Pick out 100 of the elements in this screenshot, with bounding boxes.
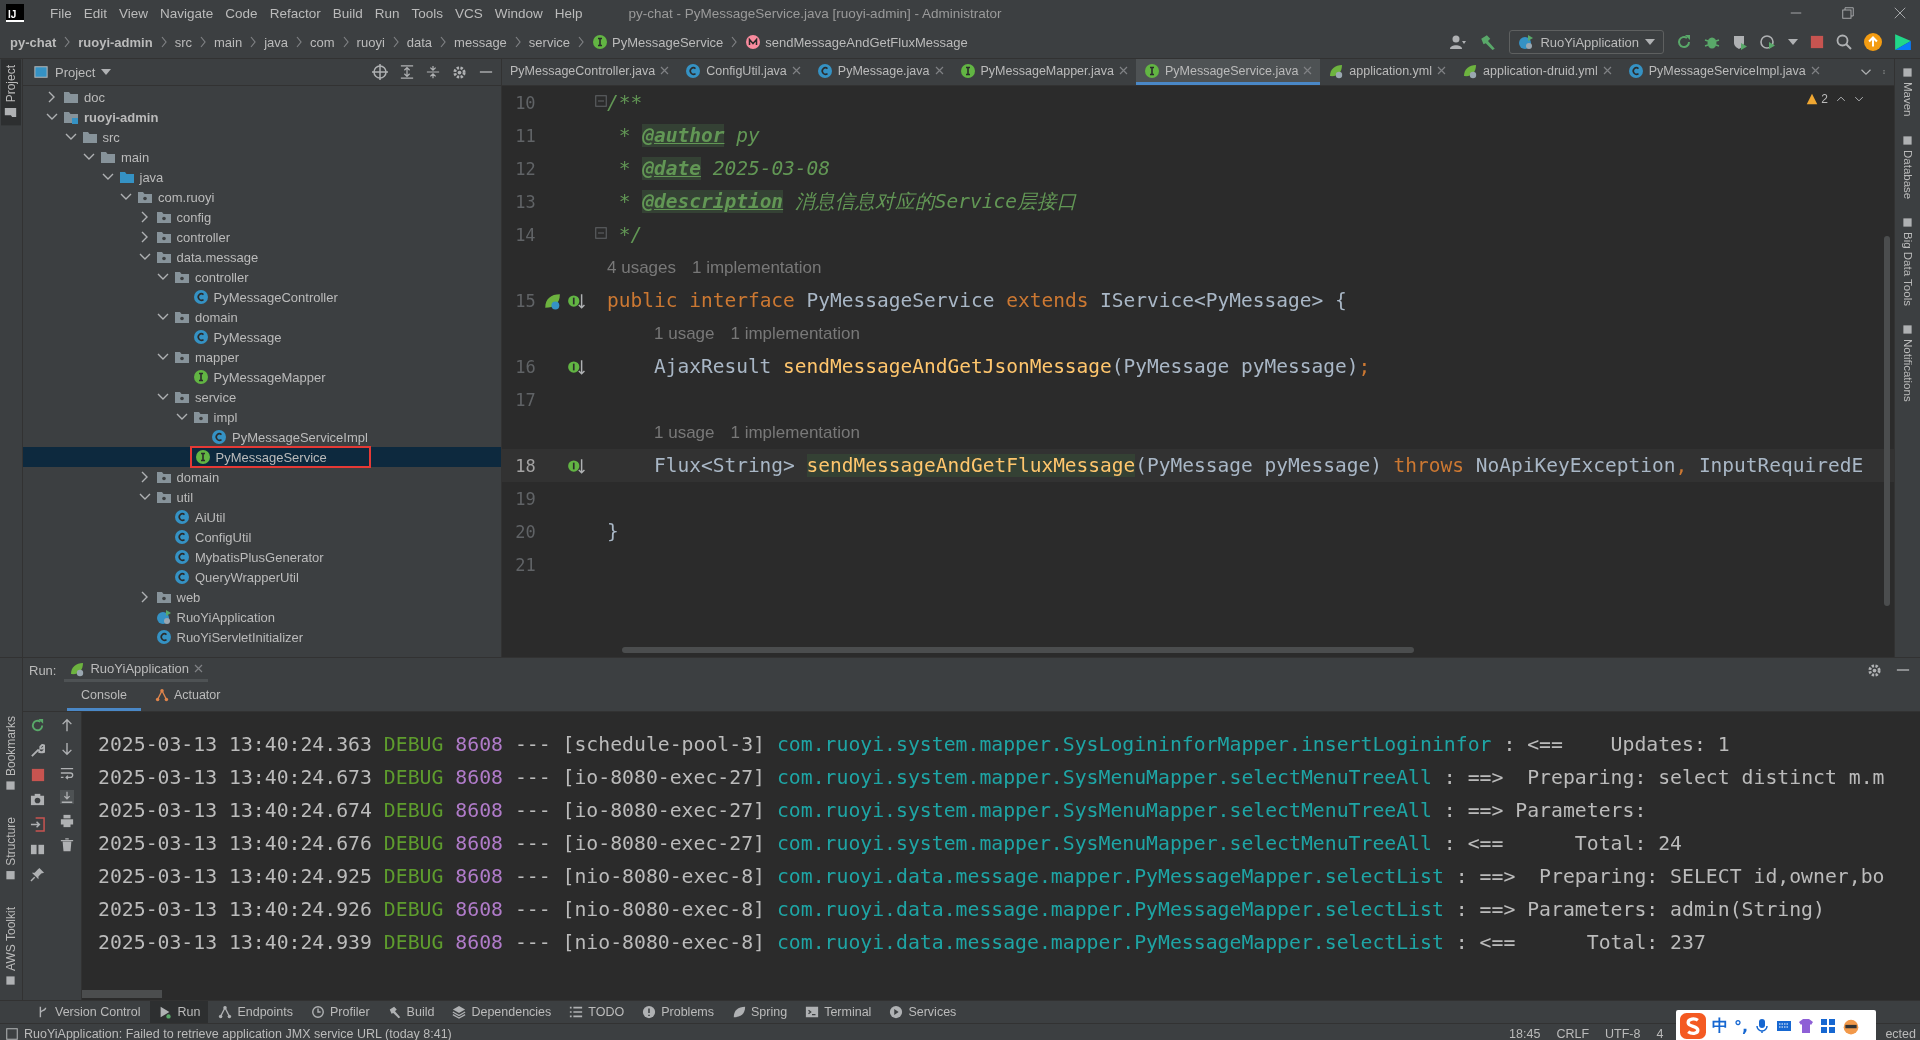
editor-tab[interactable]: ConfigUtil.java <box>677 59 809 85</box>
status-item[interactable]: CRLF <box>1556 1027 1590 1040</box>
tree-item[interactable]: RuoYiServletInitializer <box>23 627 501 647</box>
menu-item[interactable]: View <box>113 5 155 21</box>
tool-window-tab[interactable]: Maven <box>1901 67 1914 117</box>
menu-item[interactable]: Navigate <box>154 5 220 21</box>
microphone-icon[interactable] <box>1754 1018 1771 1034</box>
shirt-icon[interactable] <box>1798 1018 1815 1034</box>
breadcrumb[interactable]: data <box>406 34 433 50</box>
tree-item[interactable]: AiUtil <box>23 507 501 527</box>
tree-item[interactable]: src <box>23 127 501 147</box>
arrow-up-icon[interactable] <box>59 718 74 732</box>
print-icon[interactable] <box>59 814 74 828</box>
tree-item[interactable]: PyMessageController <box>23 287 501 307</box>
tree-item[interactable]: controller <box>23 267 501 287</box>
restore-icon[interactable] <box>1842 7 1854 19</box>
menu-item[interactable]: Refactor <box>263 5 327 21</box>
tree-item[interactable]: service <box>23 387 501 407</box>
tool-window-button[interactable]: Terminal <box>797 1001 880 1023</box>
hammer-icon[interactable] <box>1479 33 1498 51</box>
scrollbar[interactable] <box>622 647 1414 653</box>
menu-item[interactable]: Run <box>368 5 406 21</box>
arrow-down-icon[interactable] <box>59 742 74 756</box>
trash-icon[interactable] <box>59 838 74 852</box>
breadcrumb[interactable]: service <box>528 34 571 50</box>
close-tab-icon[interactable] <box>1437 66 1447 75</box>
implemented-icon[interactable] <box>565 456 588 475</box>
pin-icon[interactable] <box>30 867 45 882</box>
inlay-hint[interactable]: 1 implementation <box>730 323 860 344</box>
close-tab-icon[interactable] <box>791 66 801 75</box>
breadcrumb[interactable]: ruoyi <box>356 34 385 50</box>
tree-item[interactable]: main <box>23 147 501 167</box>
inlay-hint[interactable]: 1 usage <box>654 323 715 344</box>
editor-tab[interactable]: PyMessageController.java <box>502 59 678 85</box>
tree-item[interactable]: domain <box>23 307 501 327</box>
rerun-icon[interactable] <box>30 718 45 733</box>
inlay-hint[interactable]: 1 implementation <box>692 257 822 278</box>
close-tab-icon[interactable] <box>1810 66 1820 75</box>
status-item[interactable]: 4 <box>1656 1027 1664 1040</box>
tree-item[interactable]: PyMessageMapper <box>23 367 501 387</box>
spring-bean-icon[interactable] <box>543 291 562 310</box>
rerun-icon[interactable] <box>1676 34 1692 50</box>
tool-window-button[interactable]: Problems <box>634 1001 722 1023</box>
input-mode-toggle[interactable]: 中 <box>1712 1015 1728 1037</box>
editor-tab[interactable]: application-druid.yml <box>1454 59 1620 85</box>
close-icon[interactable] <box>1894 7 1906 19</box>
close-tab-icon[interactable] <box>1118 66 1128 75</box>
tree-item[interactable]: PyMessageServiceImpl <box>23 427 501 447</box>
tool-window-tab[interactable]: Project <box>1 59 21 126</box>
tool-window-tab[interactable]: AWS Toolkit <box>1 900 21 992</box>
scroll-to-end-icon[interactable] <box>59 790 74 804</box>
tree-item[interactable]: PyMessage <box>23 327 501 347</box>
breadcrumb[interactable]: py-chat <box>10 34 57 50</box>
menu-item[interactable]: Code <box>219 5 264 21</box>
tool-window-tab[interactable]: Database <box>1901 134 1914 199</box>
tool-window-tab[interactable]: Big Data Tools <box>1901 216 1914 306</box>
tool-window-button[interactable]: Run <box>150 1001 209 1023</box>
breadcrumb[interactable]: java <box>264 34 289 50</box>
scrollbar[interactable] <box>1884 236 1890 606</box>
tool-window-button[interactable]: Dependencies <box>444 1001 560 1023</box>
breadcrumb[interactable]: main <box>214 34 243 50</box>
breadcrumb[interactable]: sendMessageAndGetFluxMessage <box>745 34 968 50</box>
inlay-hint[interactable]: 4 usages <box>607 257 676 278</box>
tree-item[interactable]: domain <box>23 467 501 487</box>
inlay-hint[interactable]: 1 usage <box>654 422 715 443</box>
breadcrumb[interactable]: src <box>174 34 192 50</box>
soft-wrap-icon[interactable] <box>59 766 74 780</box>
keyboard-icon[interactable] <box>1776 1018 1793 1034</box>
tool-window-tab[interactable]: Notifications <box>1901 323 1914 402</box>
tree-item[interactable]: web <box>23 587 501 607</box>
editor-tab[interactable]: PyMessageService.java <box>1135 59 1321 85</box>
breadcrumb[interactable]: com <box>310 34 335 50</box>
scrollbar[interactable] <box>82 990 162 998</box>
tree-item[interactable]: MybatisPlusGenerator <box>23 547 501 567</box>
tool-window-button[interactable]: Version Control <box>28 1001 149 1023</box>
tree-item[interactable]: doc <box>23 87 501 107</box>
chevron-up-icon[interactable] <box>1836 94 1846 104</box>
panel-title[interactable]: Project <box>55 64 96 80</box>
tree-item[interactable]: impl <box>23 407 501 427</box>
implemented-icon[interactable] <box>565 291 588 310</box>
tree-item[interactable]: QueryWrapperUtil <box>23 567 501 587</box>
tree-item[interactable]: controller <box>23 227 501 247</box>
tool-window-tab[interactable]: Bookmarks <box>1 710 21 798</box>
tree-item[interactable]: data.message <box>23 247 501 267</box>
menu-item[interactable]: Tools <box>405 5 449 21</box>
tree-item[interactable]: mapper <box>23 347 501 367</box>
close-tab-icon[interactable] <box>660 66 670 75</box>
tool-window-button[interactable]: Spring <box>724 1001 796 1023</box>
inlay-hint[interactable]: 1 implementation <box>730 422 860 443</box>
mascot-icon[interactable] <box>1842 1017 1861 1035</box>
expand-all-icon[interactable] <box>400 65 414 79</box>
ime-logo-icon[interactable] <box>1680 1013 1706 1039</box>
tree-item[interactable]: config <box>23 207 501 227</box>
close-tab-icon[interactable] <box>1602 66 1612 75</box>
settings-icon[interactable] <box>1867 662 1882 678</box>
tree-item[interactable]: ConfigUtil <box>23 527 501 547</box>
toolbox-logo-icon[interactable] <box>1894 33 1912 51</box>
editor-tab[interactable]: PyMessage.java <box>808 59 952 85</box>
tree-item[interactable]: PyMessageService <box>23 447 501 467</box>
stop-icon[interactable] <box>30 768 45 782</box>
